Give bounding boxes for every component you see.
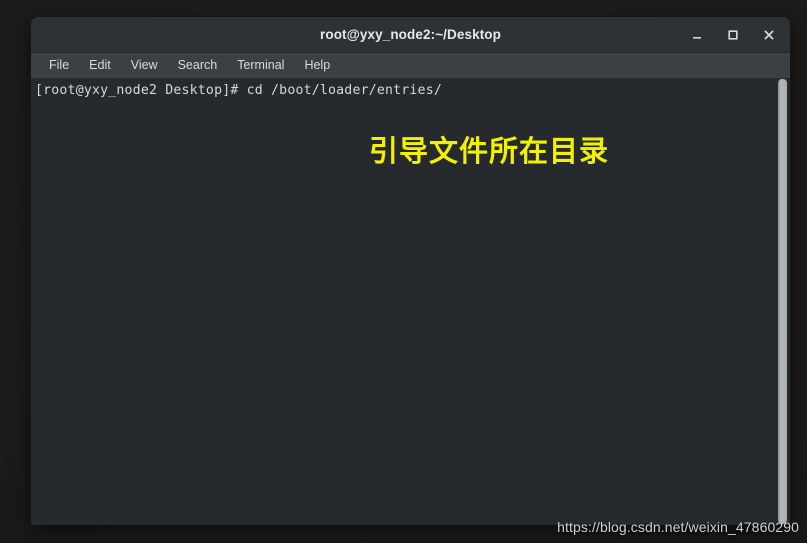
window-titlebar[interactable]: root@yxy_node2:~/Desktop (31, 17, 790, 53)
window-title: root@yxy_node2:~/Desktop (320, 27, 501, 42)
menu-item-help[interactable]: Help (294, 53, 340, 78)
menu-item-terminal[interactable]: Terminal (227, 53, 294, 78)
terminal-prompt-line: [root@yxy_node2 Desktop]# cd /boot/loade… (35, 83, 442, 98)
menu-item-edit[interactable]: Edit (79, 53, 121, 78)
maximize-icon[interactable] (722, 24, 744, 46)
window-controls (686, 17, 780, 52)
desktop-background: root@yxy_node2:~/Desktop File Edit View … (0, 0, 807, 543)
scrollbar-thumb[interactable] (778, 79, 787, 524)
vertical-scrollbar[interactable] (775, 78, 790, 525)
menu-bar: File Edit View Search Terminal Help (31, 53, 790, 78)
menu-item-search[interactable]: Search (168, 53, 228, 78)
menu-item-file[interactable]: File (39, 53, 79, 78)
terminal-window: root@yxy_node2:~/Desktop File Edit View … (31, 17, 790, 525)
watermark-url: https://blog.csdn.net/weixin_47860290 (557, 519, 799, 535)
close-icon[interactable] (758, 24, 780, 46)
terminal-output-area[interactable]: [root@yxy_node2 Desktop]# cd /boot/loade… (31, 78, 790, 525)
annotation-text: 引导文件所在目录 (369, 134, 610, 168)
minimize-icon[interactable] (686, 24, 708, 46)
menu-item-view[interactable]: View (121, 53, 168, 78)
